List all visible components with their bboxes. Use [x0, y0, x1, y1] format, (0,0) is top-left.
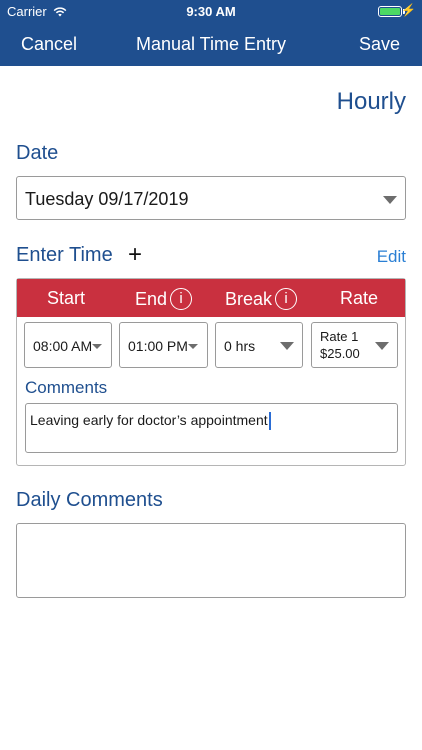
time-entry-header: Start End i Break i Rate	[17, 279, 405, 317]
save-button[interactable]: Save	[359, 34, 400, 55]
date-select[interactable]: Tuesday 09/17/2019	[16, 176, 406, 220]
chevron-down-icon	[383, 196, 397, 204]
status-bar: Carrier 9:30 AM ⚡	[0, 0, 422, 22]
chevron-down-icon	[280, 342, 294, 350]
end-time-value: 01:00 PM	[128, 338, 188, 354]
time-entry-card: Start End i Break i Rate 08:00 AM 01:00 …	[16, 278, 406, 466]
start-time-select[interactable]: 08:00 AM	[24, 322, 112, 368]
chevron-down-icon	[92, 344, 102, 349]
column-rate-label: Rate	[340, 288, 379, 308]
clock: 9:30 AM	[186, 4, 236, 19]
date-label: Date	[16, 142, 59, 164]
enter-time-label: Enter Time	[16, 244, 113, 266]
column-start-label: Start	[47, 288, 86, 308]
break-value: 0 hrs	[224, 338, 256, 354]
column-break-label: Break	[225, 288, 273, 309]
rate-select[interactable]: Rate 1 $25.00	[311, 322, 398, 368]
start-time-value: 08:00 AM	[33, 338, 93, 354]
battery-icon	[378, 6, 402, 17]
text-cursor	[268, 412, 271, 431]
rate-amount: $25.00	[320, 346, 360, 361]
daily-comments-input[interactable]	[16, 523, 406, 598]
date-value: Tuesday 09/17/2019	[25, 189, 189, 209]
column-end-label: End	[135, 288, 168, 309]
column-break: Break i	[225, 288, 298, 310]
comments-value: Leaving early for doctor’s appointment	[30, 412, 268, 428]
info-icon[interactable]: i	[170, 288, 193, 310]
comments-label: Comments	[25, 378, 108, 397]
plus-icon[interactable]: +	[128, 243, 142, 267]
chevron-down-icon	[188, 344, 198, 349]
info-icon[interactable]: i	[275, 288, 298, 310]
comments-input[interactable]: Leaving early for doctor’s appointment	[25, 403, 398, 453]
daily-comments-label: Daily Comments	[16, 489, 163, 511]
break-select[interactable]: 0 hrs	[215, 322, 303, 368]
pay-type-label: Hourly	[336, 88, 406, 115]
column-start: Start	[47, 288, 85, 309]
bolt-icon: ⚡	[401, 3, 416, 17]
column-rate: Rate	[340, 288, 378, 309]
nav-bar: Cancel Manual Time Entry Save	[0, 22, 422, 66]
rate-name: Rate 1	[320, 329, 359, 344]
chevron-down-icon	[375, 342, 389, 350]
column-end: End i	[135, 288, 193, 310]
edit-button[interactable]: Edit	[377, 247, 406, 267]
end-time-select[interactable]: 01:00 PM	[119, 322, 208, 368]
